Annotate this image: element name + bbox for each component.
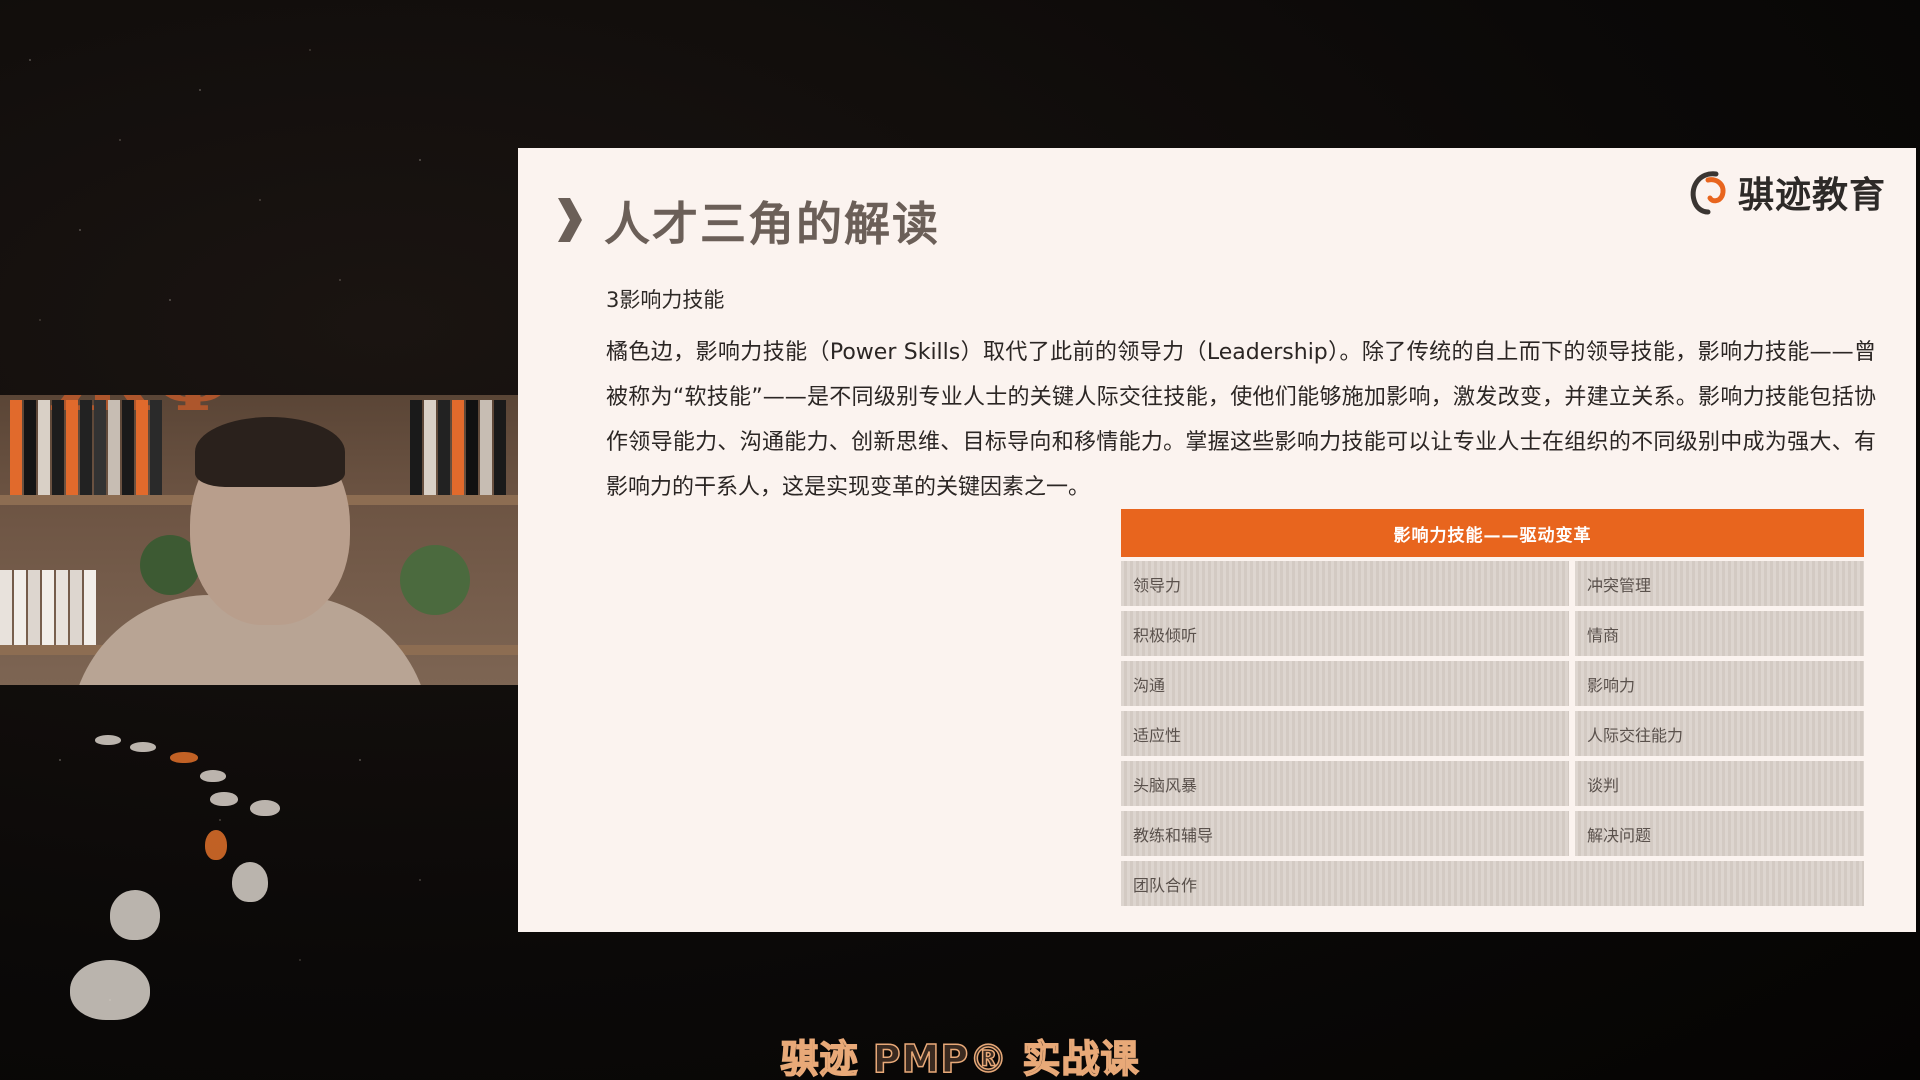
brand-logo: 骐迹教育 bbox=[1686, 166, 1886, 218]
body-paragraph: 橘色边，影响力技能（Power Skills）取代了此前的领导力（Leaders… bbox=[606, 340, 1876, 500]
caption-text: 骐迹 PMP® 实战课 bbox=[780, 1036, 1140, 1080]
table-row: 适应性 人际交往能力 bbox=[1121, 711, 1864, 756]
table-row: 教练和辅导 解决问题 bbox=[1121, 811, 1864, 856]
table-cell: 情商 bbox=[1575, 611, 1864, 656]
table-row: 沟通 影响力 bbox=[1121, 661, 1864, 706]
table-cell: 沟通 bbox=[1121, 661, 1569, 706]
table-row: 团队合作 bbox=[1121, 861, 1864, 906]
screen: ЖФ bbox=[0, 0, 1920, 1080]
table-cell: 谈判 bbox=[1575, 761, 1864, 806]
webcam-feed: ЖФ bbox=[0, 395, 518, 685]
presentation-slide: 人才三角的解读 骐迹教育 3影响力技能 橘色边，影响力技能（Power Skil… bbox=[518, 148, 1916, 932]
slide-title: 人才三角的解读 bbox=[604, 197, 940, 251]
table-cell: 教练和辅导 bbox=[1121, 811, 1569, 856]
table-row: 领导力 冲突管理 bbox=[1121, 561, 1864, 606]
table-cell: 人际交往能力 bbox=[1575, 711, 1864, 756]
table-header: 影响力技能——驱动变革 bbox=[1121, 509, 1864, 557]
table-cell: 适应性 bbox=[1121, 711, 1569, 756]
skills-table: 影响力技能——驱动变革 领导力 冲突管理 积极倾听 情商 沟通 影响力 适应性 … bbox=[1121, 509, 1864, 911]
table-cell: 领导力 bbox=[1121, 561, 1569, 606]
chevron-right-icon bbox=[558, 198, 582, 242]
table-cell: 解决问题 bbox=[1575, 811, 1864, 856]
table-row: 积极倾听 情商 bbox=[1121, 611, 1864, 656]
table-row: 头脑风暴 谈判 bbox=[1121, 761, 1864, 806]
table-cell: 影响力 bbox=[1575, 661, 1864, 706]
table-cell: 积极倾听 bbox=[1121, 611, 1569, 656]
table-cell: 团队合作 bbox=[1121, 861, 1864, 906]
table-cell: 冲突管理 bbox=[1575, 561, 1864, 606]
course-caption: 骐迹 PMP® 实战课 bbox=[0, 1028, 1920, 1080]
section-subtitle: 3影响力技能 bbox=[606, 288, 725, 312]
logo-icon bbox=[1690, 171, 1726, 215]
logo-text: 骐迹教育 bbox=[1737, 175, 1886, 216]
table-cell: 头脑风暴 bbox=[1121, 761, 1569, 806]
